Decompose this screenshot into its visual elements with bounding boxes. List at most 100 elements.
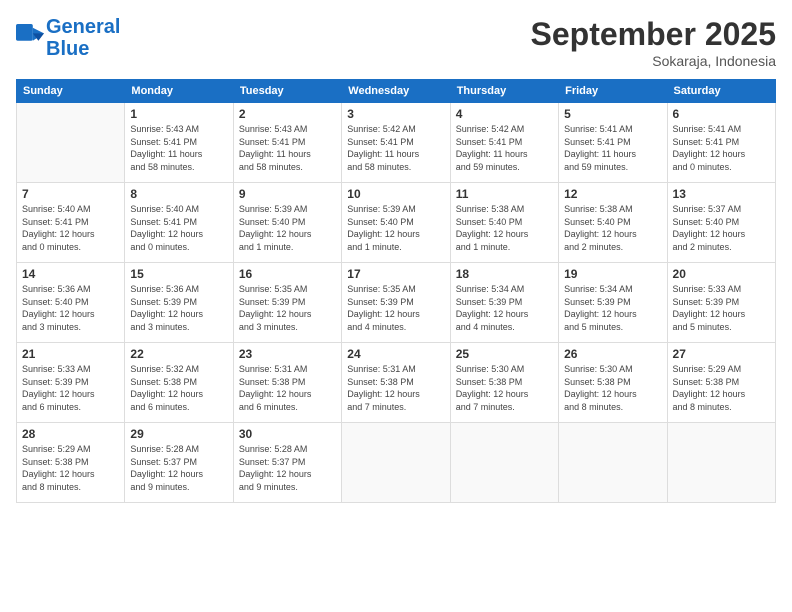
day-info: Sunrise: 5:33 AM Sunset: 5:39 PM Dayligh… [22, 363, 119, 413]
day-info: Sunrise: 5:30 AM Sunset: 5:38 PM Dayligh… [564, 363, 661, 413]
day-info: Sunrise: 5:38 AM Sunset: 5:40 PM Dayligh… [456, 203, 553, 253]
day-number: 12 [564, 187, 661, 201]
title-block: September 2025 Sokaraja, Indonesia [531, 16, 776, 69]
day-number: 13 [673, 187, 770, 201]
calendar-week-row: 14 Sunrise: 5:36 AM Sunset: 5:40 PM Dayli… [17, 263, 776, 343]
calendar-header-row: Sunday Monday Tuesday Wednesday Thursday… [17, 80, 776, 103]
table-row: 30 Sunrise: 5:28 AM Sunset: 5:37 PM Dayli… [233, 423, 341, 503]
calendar-week-row: 21 Sunrise: 5:33 AM Sunset: 5:39 PM Dayli… [17, 343, 776, 423]
table-row: 7 Sunrise: 5:40 AM Sunset: 5:41 PM Daylig… [17, 183, 125, 263]
calendar-week-row: 7 Sunrise: 5:40 AM Sunset: 5:41 PM Daylig… [17, 183, 776, 263]
table-row: 10 Sunrise: 5:39 AM Sunset: 5:40 PM Dayli… [342, 183, 450, 263]
table-row: 29 Sunrise: 5:28 AM Sunset: 5:37 PM Dayli… [125, 423, 233, 503]
day-info: Sunrise: 5:29 AM Sunset: 5:38 PM Dayligh… [673, 363, 770, 413]
day-number: 2 [239, 107, 336, 121]
day-info: Sunrise: 5:39 AM Sunset: 5:40 PM Dayligh… [347, 203, 444, 253]
col-thursday: Thursday [450, 80, 558, 103]
day-number: 11 [456, 187, 553, 201]
table-row: 26Sunrise: 5:30 AM Sunset: 5:38 PM Dayli… [559, 343, 667, 423]
day-info: Sunrise: 5:36 AM Sunset: 5:40 PM Dayligh… [22, 283, 119, 333]
logo-line2: Blue [46, 38, 120, 60]
table-row: 6 Sunrise: 5:41 AM Sunset: 5:41 PM Daylig… [667, 103, 775, 183]
table-row: 21 Sunrise: 5:33 AM Sunset: 5:39 PM Dayli… [17, 343, 125, 423]
calendar-table: Sunday Monday Tuesday Wednesday Thursday… [16, 79, 776, 503]
day-number: 22 [130, 347, 227, 361]
col-wednesday: Wednesday [342, 80, 450, 103]
day-number: 7 [22, 187, 119, 201]
table-row: 13Sunrise: 5:37 AM Sunset: 5:40 PM Dayli… [667, 183, 775, 263]
table-row: 20 Sunrise: 5:33 AM Sunset: 5:39 PM Dayli… [667, 263, 775, 343]
day-info: Sunrise: 5:31 AM Sunset: 5:38 PM Dayligh… [347, 363, 444, 413]
day-info: Sunrise: 5:38 AM Sunset: 5:40 PM Dayligh… [564, 203, 661, 253]
table-row: 16 Sunrise: 5:35 AM Sunset: 5:39 PM Dayli… [233, 263, 341, 343]
calendar-week-row: 28 Sunrise: 5:29 AM Sunset: 5:38 PM Dayli… [17, 423, 776, 503]
table-row [450, 423, 558, 503]
month-title: September 2025 [531, 16, 776, 53]
table-row: 1 Sunrise: 5:43 AM Sunset: 5:41 PM Daylig… [125, 103, 233, 183]
day-number: 1 [130, 107, 227, 121]
day-info: Sunrise: 5:42 AM Sunset: 5:41 PM Dayligh… [456, 123, 553, 173]
day-number: 3 [347, 107, 444, 121]
day-info: Sunrise: 5:30 AM Sunset: 5:38 PM Dayligh… [456, 363, 553, 413]
col-sunday: Sunday [17, 80, 125, 103]
day-info: Sunrise: 5:33 AM Sunset: 5:39 PM Dayligh… [673, 283, 770, 333]
day-info: Sunrise: 5:28 AM Sunset: 5:37 PM Dayligh… [130, 443, 227, 493]
day-info: Sunrise: 5:42 AM Sunset: 5:41 PM Dayligh… [347, 123, 444, 173]
location-subtitle: Sokaraja, Indonesia [531, 53, 776, 69]
day-number: 20 [673, 267, 770, 281]
table-row: 11 Sunrise: 5:38 AM Sunset: 5:40 PM Dayli… [450, 183, 558, 263]
table-row: 2Sunrise: 5:43 AM Sunset: 5:41 PM Daylig… [233, 103, 341, 183]
table-row: 23 Sunrise: 5:31 AM Sunset: 5:38 PM Dayli… [233, 343, 341, 423]
col-tuesday: Tuesday [233, 80, 341, 103]
day-number: 6 [673, 107, 770, 121]
table-row: 4 Sunrise: 5:42 AM Sunset: 5:41 PM Daylig… [450, 103, 558, 183]
day-number: 27 [673, 347, 770, 361]
day-info: Sunrise: 5:32 AM Sunset: 5:38 PM Dayligh… [130, 363, 227, 413]
day-number: 29 [130, 427, 227, 441]
table-row: 17 Sunrise: 5:35 AM Sunset: 5:39 PM Dayli… [342, 263, 450, 343]
table-row: 12 Sunrise: 5:38 AM Sunset: 5:40 PM Dayli… [559, 183, 667, 263]
table-row: 14 Sunrise: 5:36 AM Sunset: 5:40 PM Dayli… [17, 263, 125, 343]
day-number: 30 [239, 427, 336, 441]
page: General Blue September 2025 Sokaraja, In… [0, 0, 792, 612]
day-info: Sunrise: 5:39 AM Sunset: 5:40 PM Dayligh… [239, 203, 336, 253]
table-row [342, 423, 450, 503]
logo-text: General Blue [46, 16, 120, 60]
logo-line1: General [46, 16, 120, 38]
logo: General Blue [16, 16, 120, 60]
day-number: 14 [22, 267, 119, 281]
day-number: 17 [347, 267, 444, 281]
table-row: 15 Sunrise: 5:36 AM Sunset: 5:39 PM Dayli… [125, 263, 233, 343]
table-row: 3 Sunrise: 5:42 AM Sunset: 5:41 PM Daylig… [342, 103, 450, 183]
day-info: Sunrise: 5:41 AM Sunset: 5:41 PM Dayligh… [673, 123, 770, 173]
day-info: Sunrise: 5:31 AM Sunset: 5:38 PM Dayligh… [239, 363, 336, 413]
day-info: Sunrise: 5:36 AM Sunset: 5:39 PM Dayligh… [130, 283, 227, 333]
day-number: 28 [22, 427, 119, 441]
day-number: 10 [347, 187, 444, 201]
day-info: Sunrise: 5:35 AM Sunset: 5:39 PM Dayligh… [239, 283, 336, 333]
table-row: 27 Sunrise: 5:29 AM Sunset: 5:38 PM Dayli… [667, 343, 775, 423]
day-info: Sunrise: 5:43 AM Sunset: 5:41 PM Dayligh… [130, 123, 227, 173]
day-info: Sunrise: 5:34 AM Sunset: 5:39 PM Dayligh… [564, 283, 661, 333]
table-row: 18Sunrise: 5:34 AM Sunset: 5:39 PM Dayli… [450, 263, 558, 343]
table-row: 24Sunrise: 5:31 AM Sunset: 5:38 PM Dayli… [342, 343, 450, 423]
day-number: 23 [239, 347, 336, 361]
day-info: Sunrise: 5:29 AM Sunset: 5:38 PM Dayligh… [22, 443, 119, 493]
logo-icon [16, 24, 44, 52]
day-number: 16 [239, 267, 336, 281]
day-number: 21 [22, 347, 119, 361]
day-info: Sunrise: 5:40 AM Sunset: 5:41 PM Dayligh… [22, 203, 119, 253]
day-info: Sunrise: 5:35 AM Sunset: 5:39 PM Dayligh… [347, 283, 444, 333]
header: General Blue September 2025 Sokaraja, In… [16, 16, 776, 69]
table-row: 19Sunrise: 5:34 AM Sunset: 5:39 PM Dayli… [559, 263, 667, 343]
day-info: Sunrise: 5:28 AM Sunset: 5:37 PM Dayligh… [239, 443, 336, 493]
col-friday: Friday [559, 80, 667, 103]
calendar-week-row: 1 Sunrise: 5:43 AM Sunset: 5:41 PM Daylig… [17, 103, 776, 183]
day-number: 15 [130, 267, 227, 281]
day-number: 25 [456, 347, 553, 361]
day-info: Sunrise: 5:34 AM Sunset: 5:39 PM Dayligh… [456, 283, 553, 333]
table-row: 22 Sunrise: 5:32 AM Sunset: 5:38 PM Dayli… [125, 343, 233, 423]
col-monday: Monday [125, 80, 233, 103]
day-number: 4 [456, 107, 553, 121]
table-row: 8Sunrise: 5:40 AM Sunset: 5:41 PM Daylig… [125, 183, 233, 263]
